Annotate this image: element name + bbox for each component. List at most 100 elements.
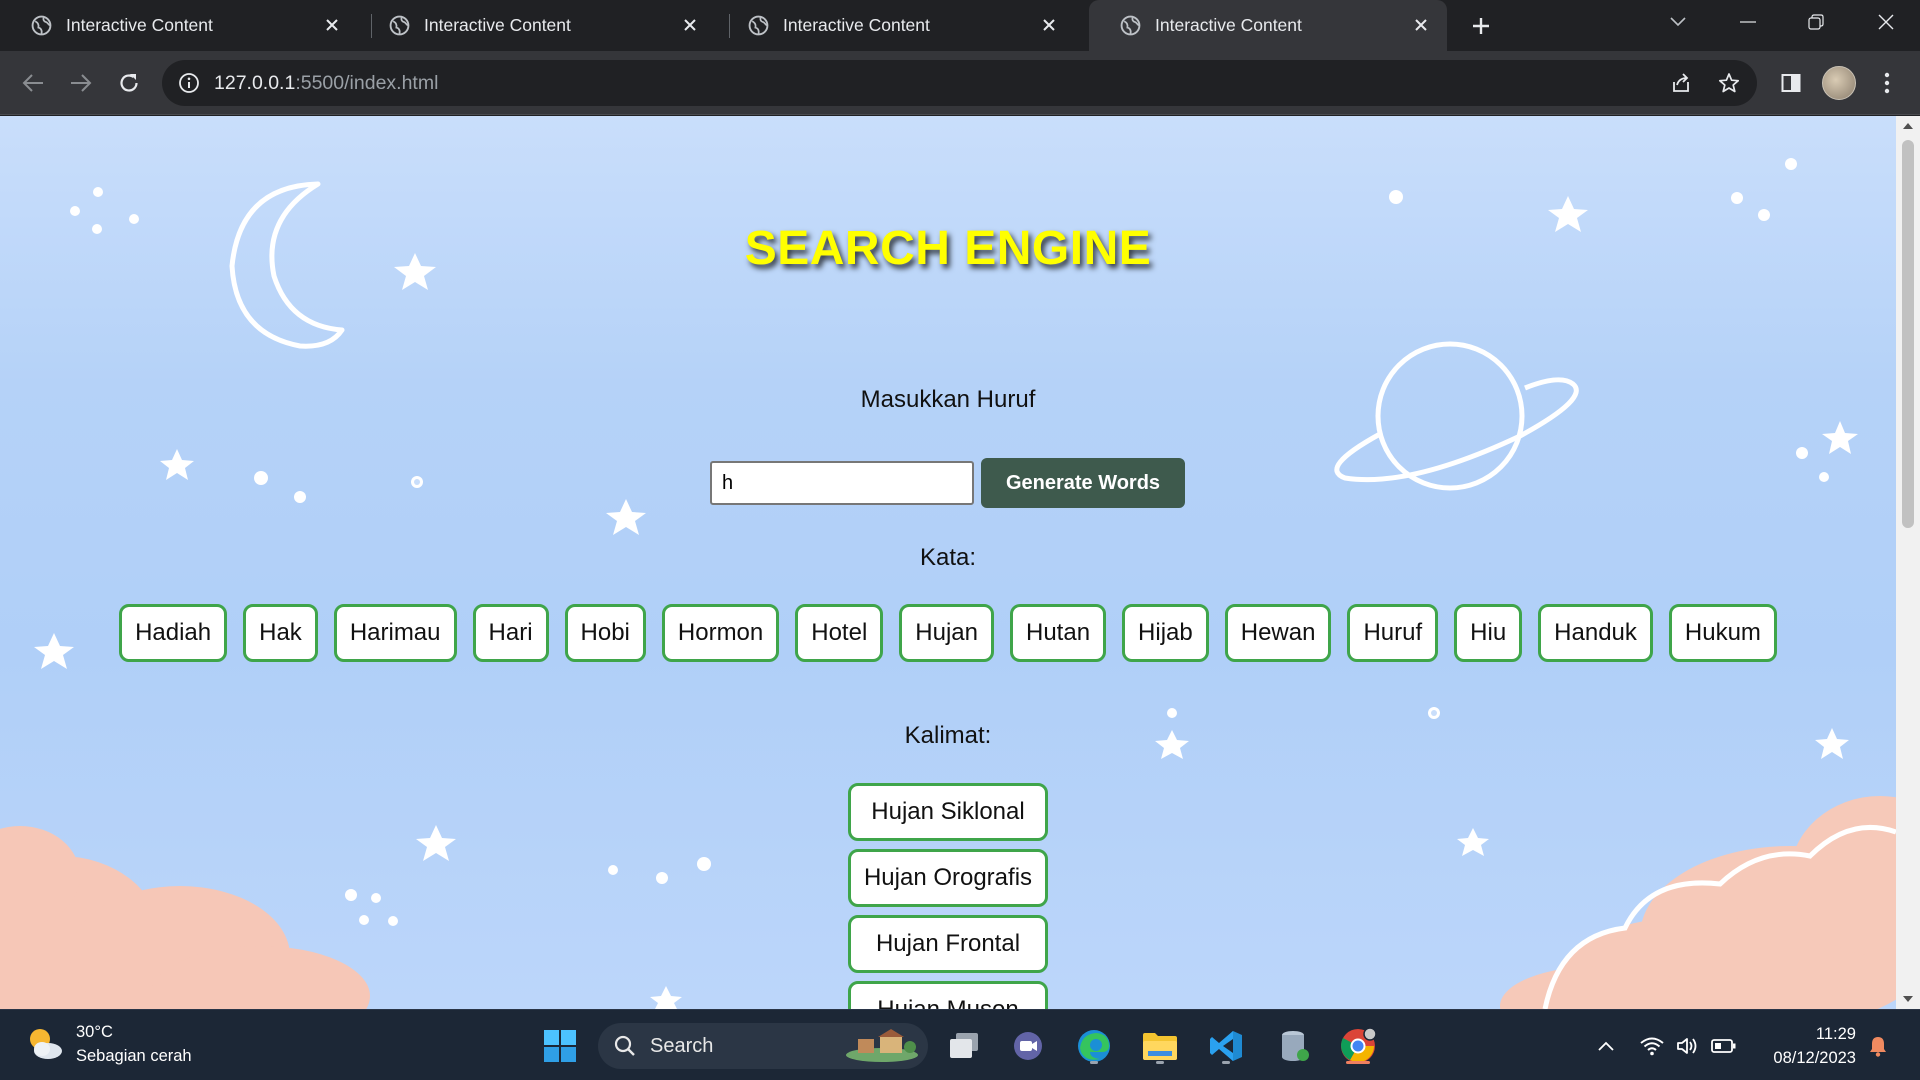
browser-tab[interactable]: Interactive Content [0,0,358,51]
minimize-icon [1740,21,1756,23]
edge-button[interactable] [1072,1024,1116,1068]
system-clock[interactable]: 11:29 08/12/2023 [1752,1022,1856,1070]
tab-title: Interactive Content [1155,15,1302,35]
word-chip[interactable]: Hutan [1010,604,1107,662]
windows-logo-icon [544,1030,576,1062]
battery-status[interactable] [1710,1032,1738,1060]
taskbar-search-box[interactable]: Search [598,1023,928,1069]
generate-words-button[interactable]: Generate Words [981,458,1185,508]
weather-widget[interactable]: 30°C Sebagian cerah [24,1020,192,1068]
weather-temperature: 30°C [76,1023,113,1041]
close-tab-icon[interactable] [1409,13,1433,37]
scroll-thumb[interactable] [1902,140,1914,528]
word-chip[interactable]: Hijab [1122,604,1209,662]
globe-icon [389,15,410,36]
browser-tab-active[interactable]: Interactive Content [1089,0,1447,51]
url-text: 127.0.0.1:5500/index.html [214,72,438,95]
word-chip[interactable]: Hiu [1454,604,1523,662]
notifications-button[interactable] [1864,1032,1892,1060]
browser-tab[interactable]: Interactive Content [358,0,716,51]
cloud-right [1500,796,1896,1009]
side-panel-button[interactable] [1774,66,1808,100]
reload-button[interactable] [112,66,146,100]
globe-icon [31,15,52,36]
close-window-button[interactable] [1856,0,1916,44]
clock-time: 11:29 [1815,1025,1856,1043]
sentences-heading: Kalimat: [904,722,992,749]
share-button[interactable] [1664,66,1698,100]
word-chip[interactable]: Hewan [1224,604,1332,662]
share-icon [1673,73,1689,92]
forward-button[interactable] [64,66,98,100]
wifi-status[interactable] [1638,1032,1666,1060]
clock-date: 08/12/2023 [1773,1049,1856,1067]
task-view-button[interactable] [942,1024,986,1068]
word-chip[interactable]: Hak [243,604,318,662]
word-chip[interactable]: Hujan [899,604,994,662]
browser-toolbar: 127.0.0.1:5500/index.html [0,51,1920,115]
start-button[interactable] [538,1024,582,1068]
word-chip[interactable]: Hotel [795,604,884,662]
url-path: :5500/index.html [295,71,439,94]
letter-input[interactable] [710,461,974,505]
address-bar[interactable]: 127.0.0.1:5500/index.html [162,60,1757,106]
profile-avatar[interactable] [1822,66,1856,100]
minimize-button[interactable] [1718,0,1778,44]
word-chip[interactable]: Handuk [1538,604,1653,662]
word-chip[interactable]: Harimau [333,604,457,662]
running-indicator [1222,1061,1230,1064]
running-indicator [1090,1061,1098,1064]
close-tab-icon[interactable] [1037,13,1061,37]
database-app-button[interactable] [1272,1024,1316,1068]
close-tab-icon[interactable] [320,13,344,37]
search-icon [614,1035,635,1056]
url-host: 127.0.0.1 [214,71,296,94]
word-chip[interactable]: Hadiah [119,604,228,662]
volume-status[interactable] [1674,1032,1702,1060]
back-button[interactable] [16,66,50,100]
word-chip[interactable]: Hormon [661,604,780,662]
page-scrollbar[interactable] [1896,116,1920,1009]
tab-search-button[interactable] [1648,0,1708,44]
info-icon[interactable] [178,72,200,94]
file-explorer-button[interactable] [1138,1024,1182,1068]
word-list: Hadiah Hak Harimau Hari Hobi Hormon Hote… [0,604,1896,662]
vscode-button[interactable] [1204,1024,1248,1068]
cloud-left [0,826,370,1009]
plus-icon [1473,18,1489,34]
scroll-up-arrow[interactable] [1902,120,1914,132]
chrome-button[interactable] [1336,1024,1380,1068]
edge-browser-icon [1078,1030,1110,1062]
bookmark-button[interactable] [1712,66,1746,100]
more-vertical-icon [1884,72,1890,94]
restore-button[interactable] [1786,0,1846,44]
word-chip[interactable]: Hukum [1668,604,1777,662]
arrow-left-icon [22,74,43,92]
sentence-chip[interactable]: Hujan Orografis [848,849,1048,907]
words-heading: Kata: [919,544,977,571]
close-tab-icon[interactable] [678,13,702,37]
globe-icon [748,15,769,36]
sentence-chip[interactable]: Hujan Frontal [848,915,1048,973]
hidden-icons-button[interactable] [1592,1032,1620,1060]
tab-title: Interactive Content [424,15,571,35]
new-tab-button[interactable] [1466,11,1496,41]
word-chip[interactable]: Huruf [1347,604,1439,662]
teams-chat-button[interactable] [1006,1024,1050,1068]
word-chip[interactable]: Hobi [564,604,646,662]
partly-sunny-icon [30,1029,62,1059]
browser-menu-button[interactable] [1870,66,1904,100]
scroll-down-arrow[interactable] [1902,993,1914,1005]
database-icon [1282,1031,1309,1061]
arrow-right-icon [71,74,92,92]
globe-icon [1120,15,1141,36]
vscode-icon [1210,1031,1242,1061]
chevron-up-icon [1598,1041,1614,1051]
triangle-down-icon [1903,996,1913,1002]
browser-tab[interactable]: Interactive Content [717,0,1075,51]
sentence-chip[interactable]: Hujan Muson [848,981,1048,1009]
sentence-chip[interactable]: Hujan Siklonal [848,783,1048,841]
bell-icon [1870,1037,1886,1057]
word-chip[interactable]: Hari [472,604,549,662]
folder-icon [1143,1033,1177,1060]
